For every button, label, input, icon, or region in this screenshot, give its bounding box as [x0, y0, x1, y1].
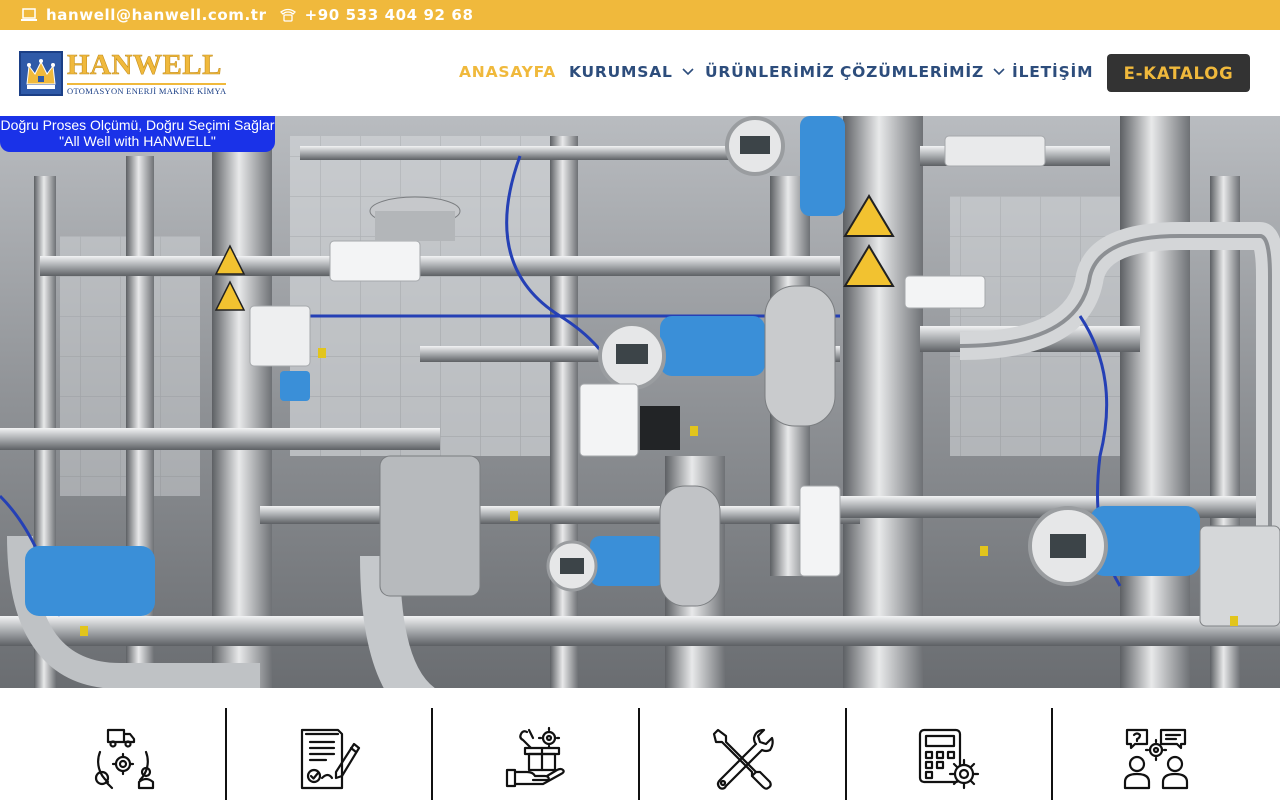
feature-tools[interactable]	[640, 688, 845, 800]
email-text[interactable]: hanwell@hanwell.com.tr	[46, 6, 267, 24]
e-katalog-button[interactable]: E-KATALOG	[1107, 54, 1250, 92]
nav-item-anasayfa[interactable]: ANASAYFA	[459, 63, 556, 81]
laptop-icon	[21, 8, 37, 21]
logistics-service-icon	[94, 728, 154, 790]
logo-tagline: OTOMASYON ENERJİ MAKİNE KİMYA	[67, 83, 227, 96]
nav-label: İLETİŞİM	[1012, 63, 1094, 81]
feature-contract[interactable]	[227, 688, 431, 800]
site-header: HANWELL OTOMASYON ENERJİ MAKİNE KİMYA AN…	[0, 30, 1280, 116]
industrial-piping-photo	[0, 116, 1280, 688]
consulting-icon	[1123, 728, 1189, 790]
phone-icon	[279, 8, 296, 22]
top-contact-bar: hanwell@hanwell.com.tr +90 533 404 92 68	[0, 0, 1280, 30]
hero-slogan-banner: Doğru Proses Olçümü, Doğru Seçimi Sağlar…	[0, 116, 275, 152]
slogan-line-2: "All Well with HANWELL"	[59, 133, 216, 149]
nav-item-cozumlerimiz[interactable]: ÇÖZÜMLERİMİZ	[840, 63, 1005, 81]
hanwell-logo[interactable]: HANWELL OTOMASYON ENERJİ MAKİNE KİMYA	[19, 50, 227, 96]
nav-label: ÇÖZÜMLERİMİZ	[840, 63, 984, 81]
nav-label: KURUMSAL	[569, 63, 673, 81]
contract-document-icon	[300, 728, 361, 790]
tools-icon	[712, 728, 774, 790]
crown-logo-icon	[19, 51, 63, 96]
feature-product-support[interactable]	[433, 688, 638, 800]
nav-item-urunlerimiz[interactable]: ÜRÜNLERİMİZ	[705, 63, 834, 81]
feature-consulting[interactable]	[1053, 688, 1259, 800]
nav-item-iletisim[interactable]: İLETİŞİM	[1012, 63, 1093, 81]
phone-text[interactable]: +90 533 404 92 68	[305, 6, 474, 24]
features-row	[0, 688, 1280, 800]
calculator-settings-icon	[918, 728, 980, 790]
phone-contact[interactable]: +90 533 404 92 68	[279, 6, 474, 24]
nav-item-kurumsal[interactable]: KURUMSAL	[569, 63, 694, 81]
product-support-icon	[505, 726, 565, 788]
hero-industrial-image: Doğru Proses Olçümü, Doğru Seçimi Sağlar…	[0, 116, 1280, 688]
email-contact[interactable]: hanwell@hanwell.com.tr	[20, 6, 267, 24]
feature-calculator[interactable]	[847, 688, 1051, 800]
feature-logistics[interactable]	[20, 688, 225, 800]
logo-wordmark: HANWELL	[67, 49, 222, 81]
chevron-down-icon	[682, 68, 694, 76]
nav-label: ÜRÜNLERİMİZ	[705, 63, 835, 81]
slogan-line-1: Doğru Proses Olçümü, Doğru Seçimi Sağlar	[0, 117, 275, 133]
nav-label: ANASAYFA	[459, 63, 557, 81]
chevron-down-icon	[993, 68, 1005, 76]
